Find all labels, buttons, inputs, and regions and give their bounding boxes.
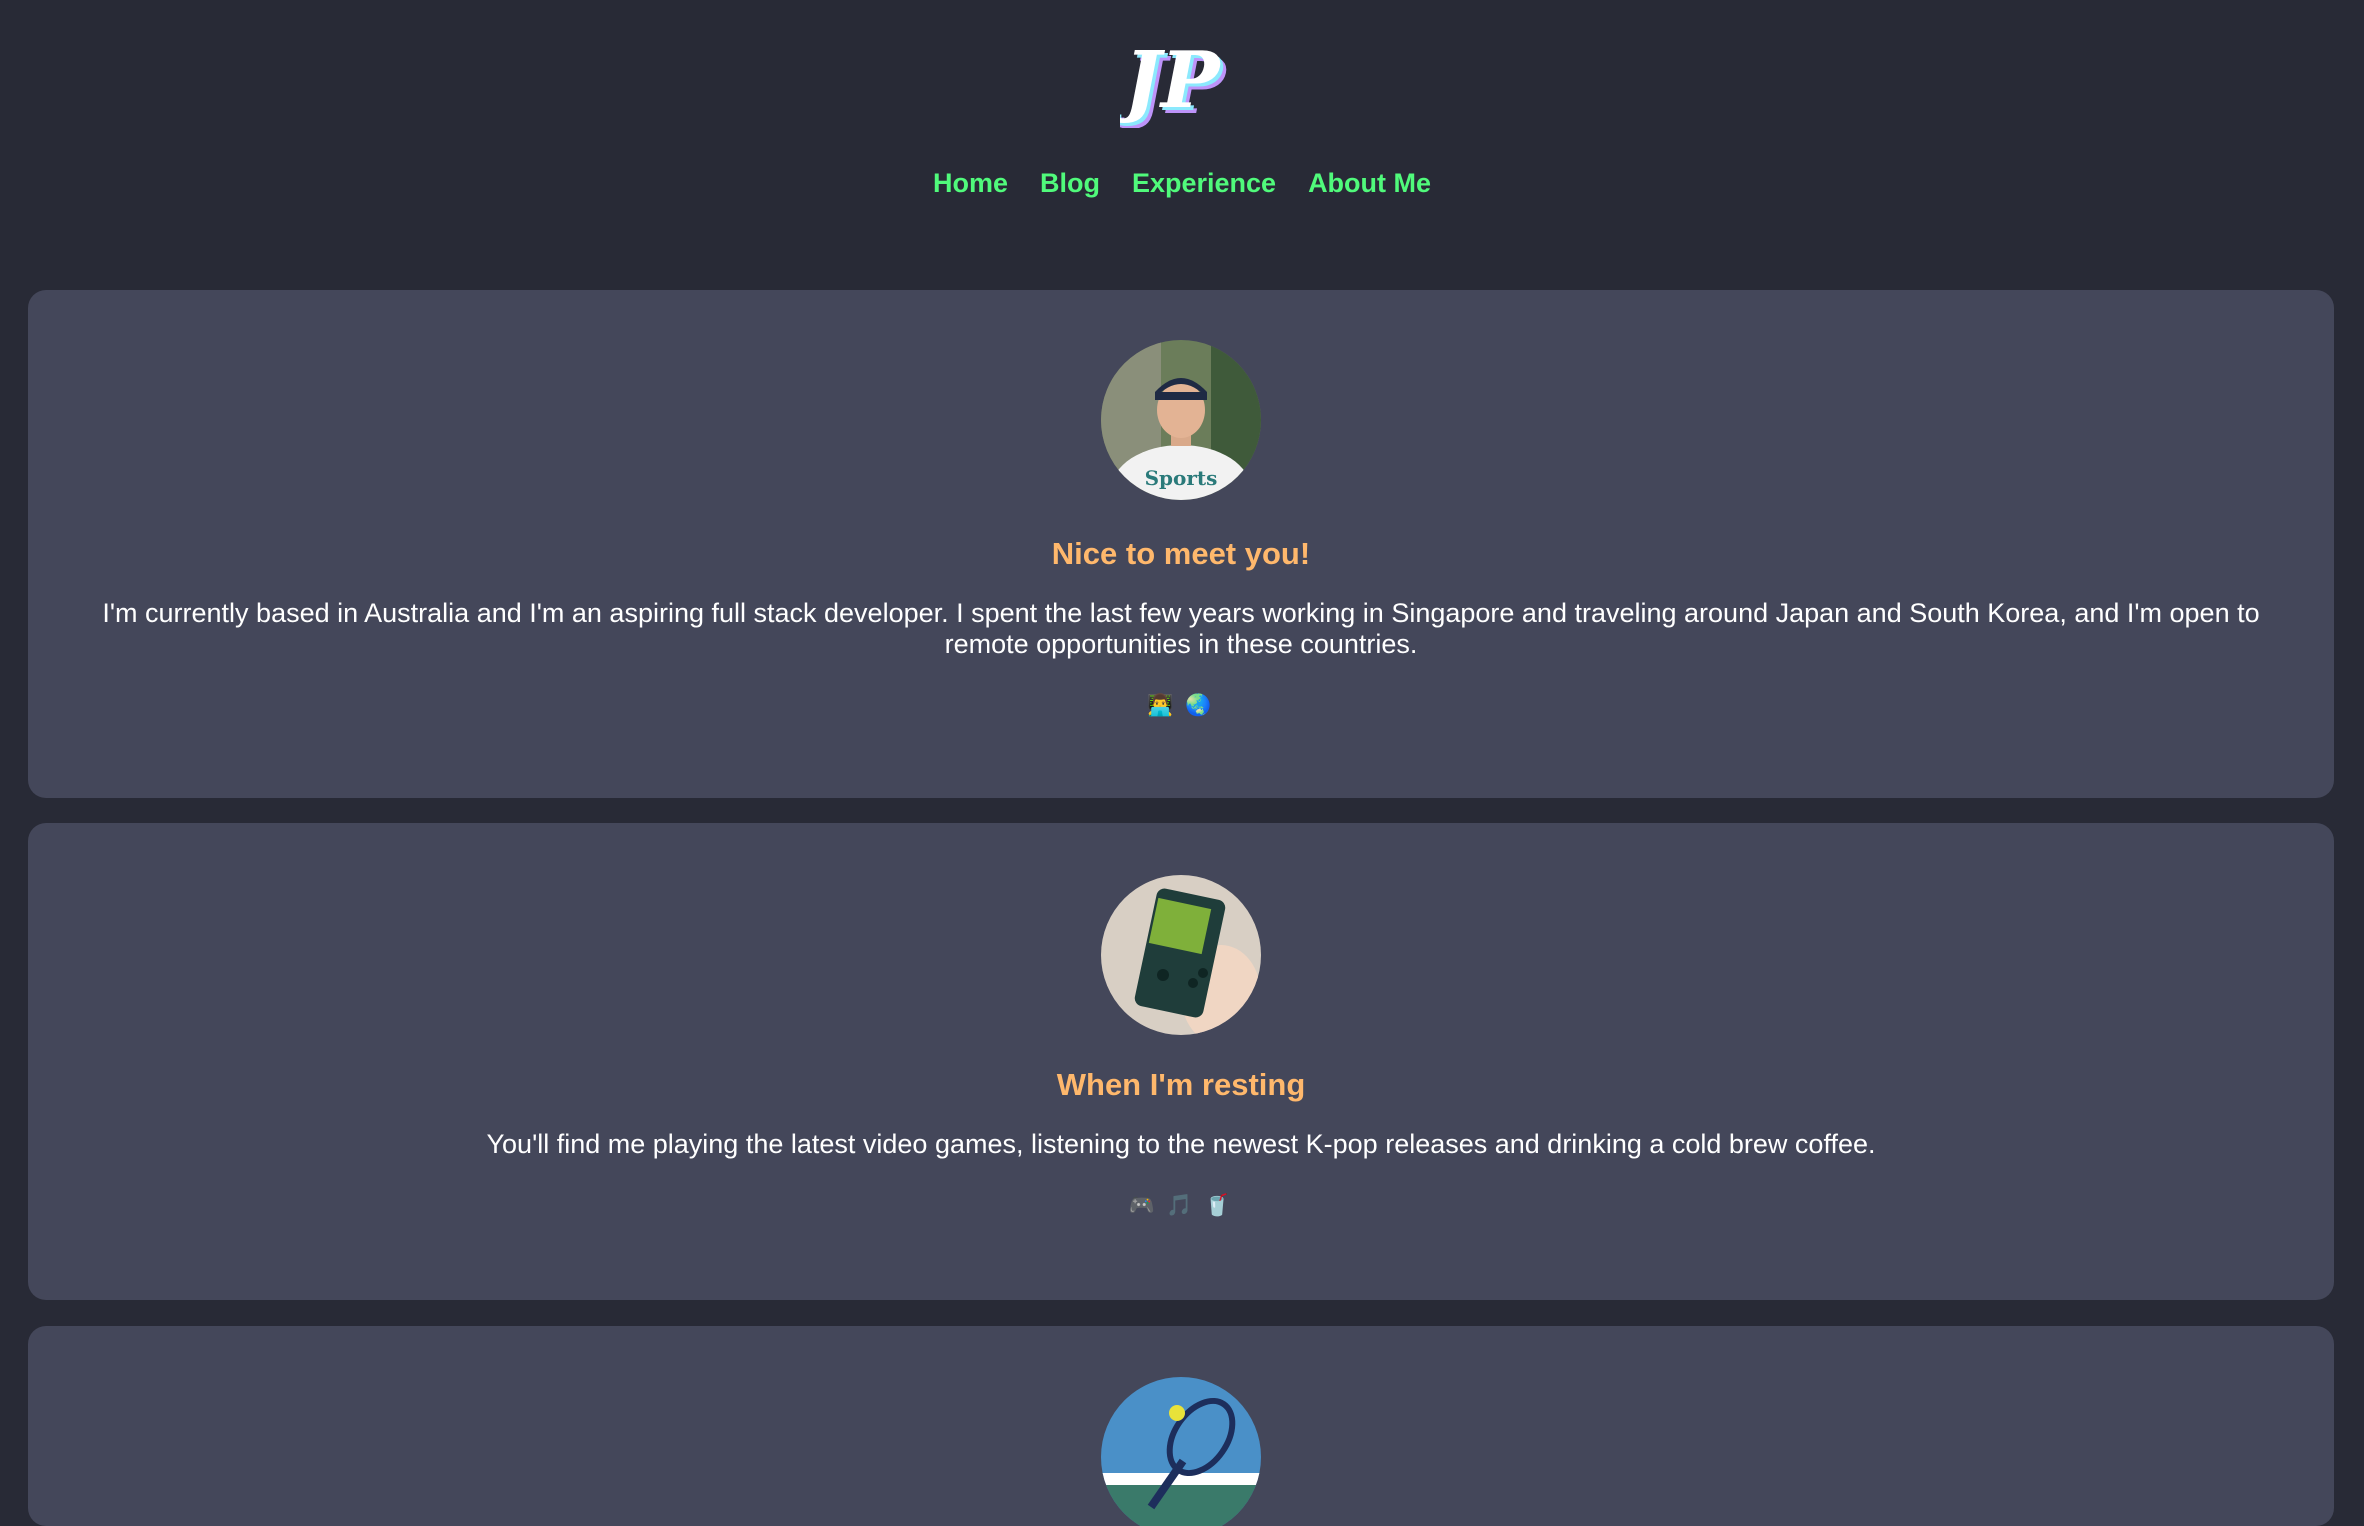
profile-photo: Sports: [1101, 340, 1261, 500]
site-header: JP JP JP Home Blog Experience About Me: [0, 0, 2364, 290]
main-nav: Home Blog Experience About Me: [0, 168, 2364, 199]
nav-blog-link[interactable]: Blog: [1040, 168, 1100, 199]
hobbies-card: When I'm resting You'll find me playing …: [28, 823, 2334, 1300]
tennis-racket-photo: [1101, 1377, 1261, 1526]
card-title: When I'm resting: [1056, 1067, 1306, 1102]
intro-card: Sports Nice to meet you! I'm currently b…: [28, 290, 2334, 798]
card-title: Nice to meet you!: [1051, 536, 1311, 571]
nav-about-me-link[interactable]: About Me: [1308, 168, 1431, 199]
sports-card: [28, 1326, 2334, 1526]
svg-text:JP: JP: [1120, 38, 1222, 126]
card-text: I'm currently based in Australia and I'm…: [102, 598, 2260, 659]
card-emojis: 👨‍💻 🌏: [1147, 694, 1215, 717]
nav-home-link[interactable]: Home: [933, 168, 1008, 199]
svg-text:Sports: Sports: [1145, 466, 1218, 490]
card-text: You'll find me playing the latest video …: [486, 1129, 1876, 1159]
nav-experience-link[interactable]: Experience: [1132, 168, 1276, 199]
card-emojis: 🎮 🎵 🥤: [1128, 1194, 1234, 1217]
gameboy-photo: [1101, 875, 1261, 1035]
jp-logo[interactable]: JP JP JP: [1111, 35, 1236, 132]
